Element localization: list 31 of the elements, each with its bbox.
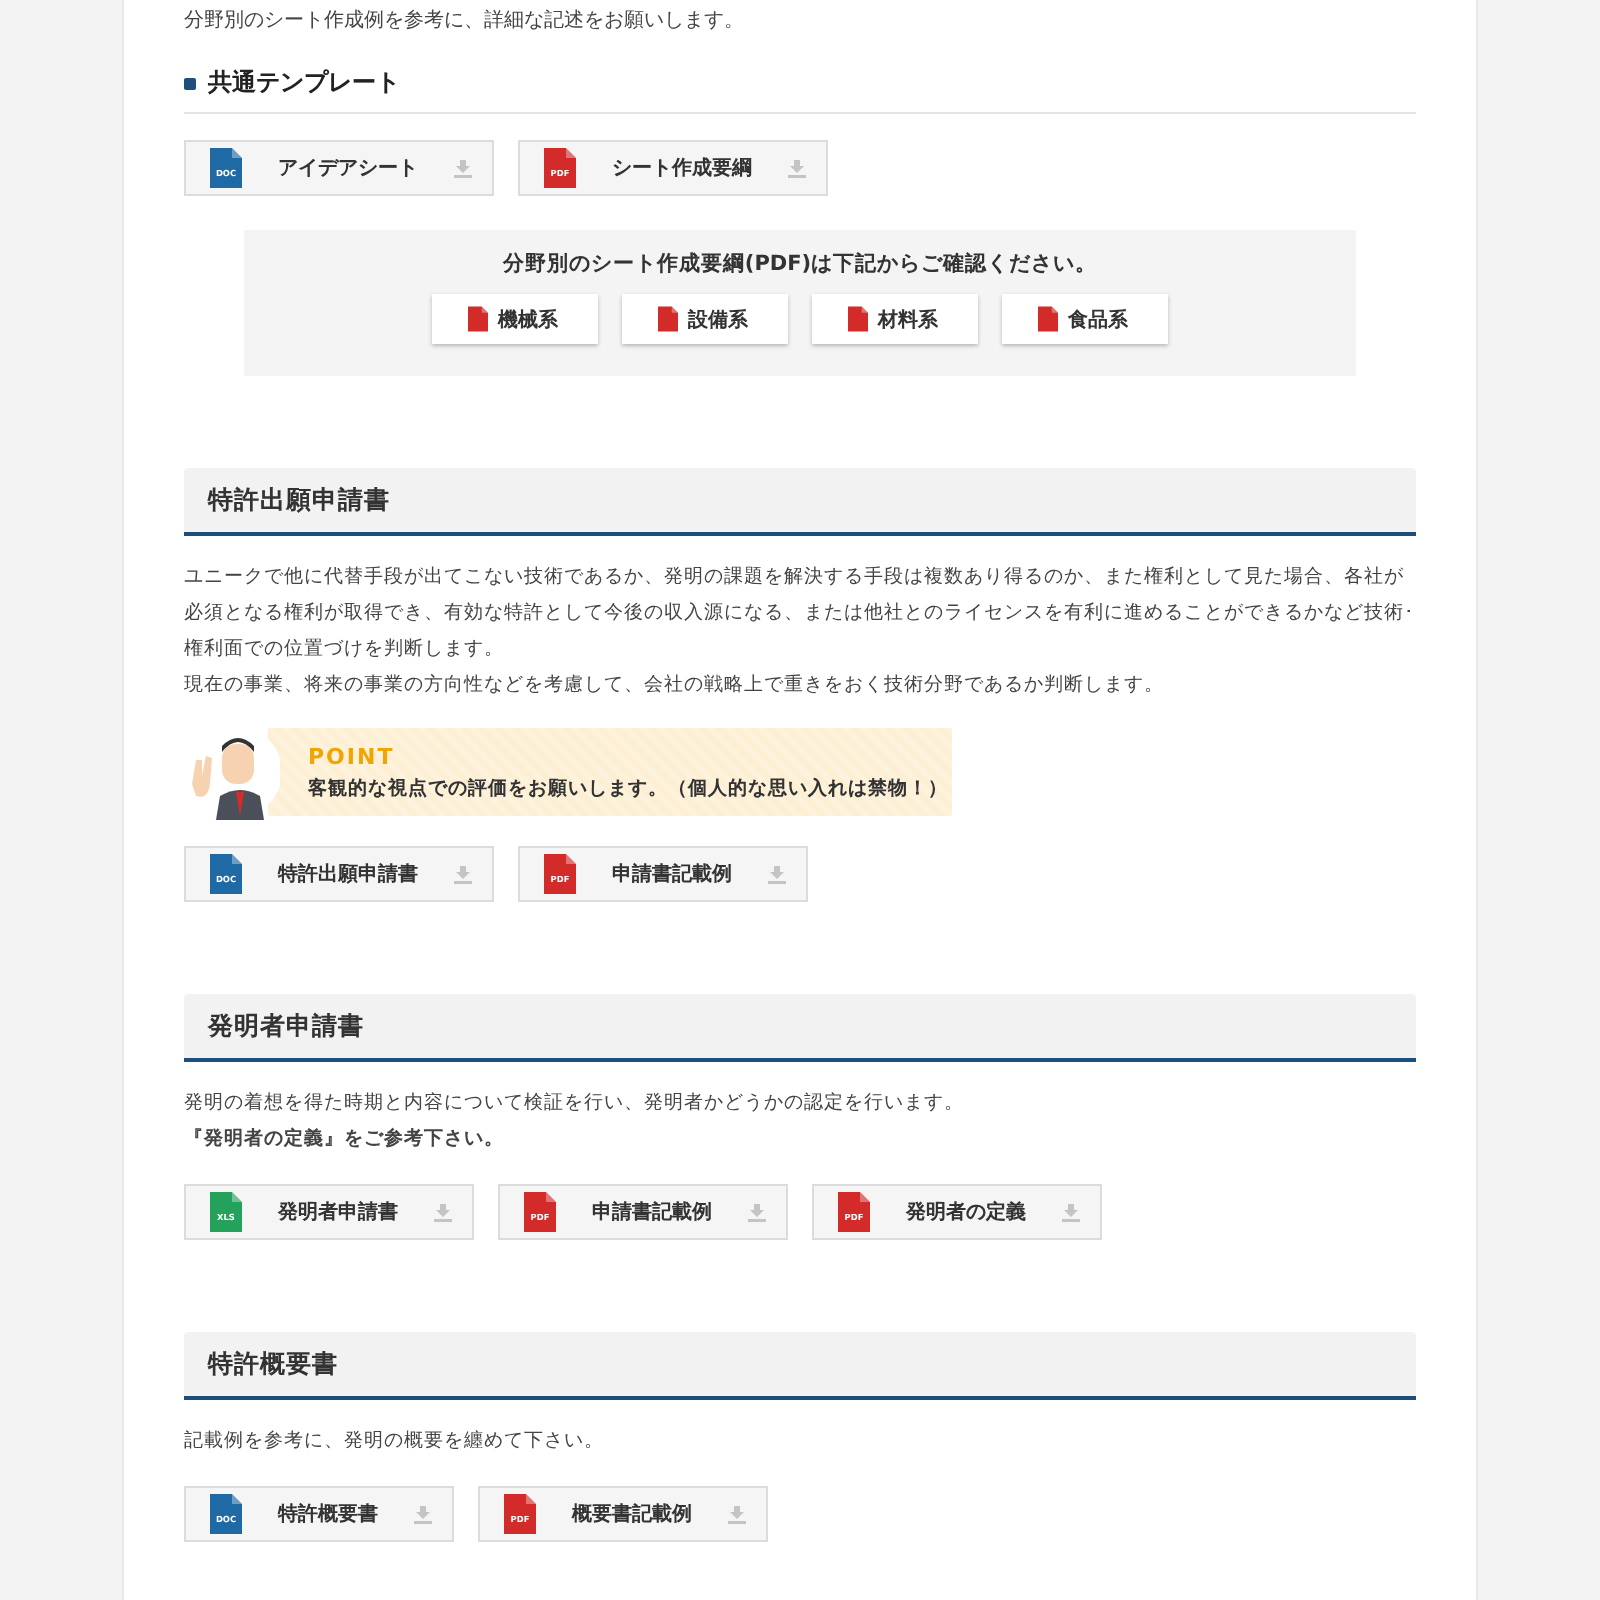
download-icon <box>748 1203 766 1221</box>
paragraph: 記載例を参考に、発明の概要を纏めて下さい。 <box>184 1428 606 1456</box>
file-icon <box>848 306 868 332</box>
field-button[interactable]: 設備系 <box>622 294 788 344</box>
paragraph: ユニークで他に代替手段が出てこない技術であるか、発明の課題を解決する手段は複数あり得るのか、また権利として見た場合、各社が必須となる権利が取得でき、有効な特許として今後の収入源になる、または他社とのライセンスを有利に進めることができるかなど技術･権利面での位置づけを判断します。 <box>184 564 1416 664</box>
section-heading: 特許概要書 <box>184 1332 1416 1400</box>
paragraph: 『発明者の定義』をご参考下さい。 <box>184 1125 506 1154</box>
paragraph: 現在の事業、将来の事業の方向性などを考慮して、会社の戦略上で重きをおく技術分野であるか判断します。 <box>184 672 1166 700</box>
field-box-title: 分野別のシート作成要綱(PDF)は下記からご確認ください。 <box>500 250 1100 278</box>
download-icon <box>728 1505 746 1523</box>
download-icon <box>788 159 806 177</box>
download-icon <box>768 865 786 883</box>
point-text: 客観的な視点での評価をお願いします。（個人的な思い入れは禁物！） <box>308 775 950 801</box>
section-heading: 特許出願申請書 <box>184 468 1416 536</box>
download-icon <box>414 1505 432 1523</box>
subheading-title: 共通テンプレート <box>208 66 400 100</box>
field-button[interactable]: 機械系 <box>432 294 598 344</box>
file-icon <box>1038 306 1058 332</box>
bullet-icon <box>184 77 196 89</box>
paragraph: 発明の着想を得た時期と内容について検証を行い、発明者かどうかの認定を行います。 <box>184 1090 966 1118</box>
download-icon <box>1062 1203 1080 1221</box>
field-button[interactable]: 材料系 <box>812 294 978 344</box>
download-icon <box>454 159 472 177</box>
intro-text: 分野別のシート作成例を参考に、詳細な記述をお願いします。 <box>184 7 746 36</box>
point-title: POINT <box>308 743 397 769</box>
download-icon <box>454 865 472 883</box>
section-heading: 発明者申請書 <box>184 994 1416 1062</box>
file-icon <box>468 306 488 332</box>
download-icon <box>434 1203 452 1221</box>
file-icon <box>658 306 678 332</box>
field-button[interactable]: 食品系 <box>1002 294 1168 344</box>
